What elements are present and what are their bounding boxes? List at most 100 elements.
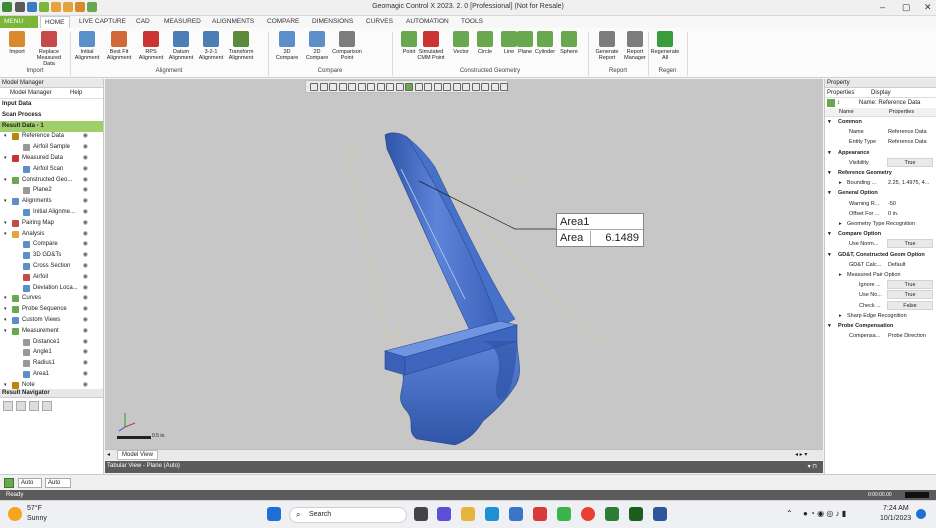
property-row[interactable]: Ignore ... True: [825, 280, 936, 290]
tree-item[interactable]: ▾ ◉ Custom Views: [0, 315, 103, 326]
visibility-eye-icon[interactable]: ◉: [83, 250, 88, 261]
tab-compare[interactable]: COMPARE: [263, 16, 303, 28]
expand-icon[interactable]: ▾: [4, 315, 7, 326]
expand-icon[interactable]: ▾: [4, 175, 7, 186]
tree-item[interactable]: ▾ ◉ Curves: [0, 293, 103, 304]
tree-item[interactable]: Input Data: [0, 99, 103, 110]
nav-button-icon[interactable]: [15, 401, 26, 411]
tab-curves[interactable]: CURVES: [362, 16, 397, 28]
zoom-fit-icon[interactable]: [319, 83, 328, 91]
teams-icon[interactable]: [437, 507, 451, 521]
shade-icon[interactable]: [405, 83, 413, 91]
note-icon[interactable]: [481, 83, 489, 91]
ribbon-button-import[interactable]: Import: [2, 31, 32, 55]
maximize-icon[interactable]: ▢: [902, 2, 911, 13]
property-row[interactable]: Warning R... -50: [825, 199, 936, 209]
light-icon[interactable]: [490, 83, 499, 91]
tree-item[interactable]: Scan Process: [0, 110, 103, 121]
measure-icon[interactable]: [471, 83, 480, 91]
windows-start-icon[interactable]: [267, 507, 281, 521]
store-icon[interactable]: [509, 507, 523, 521]
tab-measured[interactable]: MEASURED: [160, 16, 205, 28]
visibility-eye-icon[interactable]: ◉: [83, 337, 88, 348]
ribbon-button-2d-compare[interactable]: 2D Compare: [302, 31, 332, 61]
app-green-icon[interactable]: [557, 507, 571, 521]
tree-item[interactable]: ▾ ◉ Probe Sequence: [0, 304, 103, 315]
property-row[interactable]: Check ... False: [825, 300, 936, 311]
property-category[interactable]: ▾ Common: [825, 117, 936, 127]
property-value[interactable]: False: [887, 300, 933, 310]
ribbon-button-transform-alignment[interactable]: Transform Alignment: [226, 31, 256, 61]
tab-model-view[interactable]: Model View: [117, 450, 158, 460]
tree-item[interactable]: ◉ Plane2: [0, 185, 103, 196]
visibility-eye-icon[interactable]: ◉: [83, 207, 88, 218]
tree-item[interactable]: ◉ Cross Section: [0, 261, 103, 272]
property-category[interactable]: ▾ Reference Geometry: [825, 168, 936, 178]
tabular-view-bar[interactable]: Tabular View - Plane (Auto) ▾ ⊓: [105, 461, 823, 473]
tab-menu[interactable]: MENU: [0, 16, 38, 28]
notification-icon[interactable]: [916, 509, 926, 519]
filter-dropdown[interactable]: Auto: [45, 478, 71, 488]
tab-scroll-icons[interactable]: ◂ ▸ ▾: [795, 451, 807, 458]
expand-icon[interactable]: ▾: [828, 168, 831, 178]
view-iso-icon[interactable]: [338, 83, 347, 91]
tree-item[interactable]: ◉ Airfoil: [0, 272, 103, 283]
visibility-eye-icon[interactable]: ◉: [83, 164, 88, 175]
visibility-eye-icon[interactable]: ◉: [83, 175, 88, 186]
minimize-icon[interactable]: –: [880, 2, 885, 12]
property-row[interactable]: Compensa... Probe Direction: [825, 331, 936, 341]
tree-item[interactable]: Result Data - 1: [0, 120, 103, 132]
visibility-eye-icon[interactable]: ◉: [83, 293, 88, 304]
expand-icon[interactable]: ▾: [828, 117, 831, 127]
visibility-eye-icon[interactable]: ◉: [83, 283, 88, 294]
control-x-icon[interactable]: [629, 507, 643, 521]
view-front-icon[interactable]: [329, 83, 337, 91]
visibility-eye-icon[interactable]: ◉: [83, 358, 88, 369]
expand-icon[interactable]: ▾: [828, 148, 831, 158]
property-row[interactable]: Use Norm... True: [825, 239, 936, 249]
tray-icons[interactable]: ● ◔ ◉ ◎ ♪ ▮: [803, 509, 846, 518]
visibility-eye-icon[interactable]: ◉: [83, 347, 88, 358]
expand-icon[interactable]: ▾: [828, 321, 831, 331]
expand-icon[interactable]: ▸: [839, 178, 842, 188]
property-value[interactable]: True: [887, 280, 933, 290]
wireframe-icon[interactable]: [414, 83, 423, 91]
tree-item[interactable]: ▾ ◉ Measurement: [0, 326, 103, 337]
property-value[interactable]: True: [887, 157, 933, 167]
property-row[interactable]: Visibility True: [825, 157, 936, 168]
tab-alignments[interactable]: ALIGNMENTS: [208, 16, 258, 28]
tabular-pin-icon[interactable]: ▾ ⊓: [808, 463, 817, 470]
sort-alpha-icon[interactable]: ↕: [837, 98, 840, 108]
visibility-eye-icon[interactable]: ◉: [83, 218, 88, 229]
property-row[interactable]: Name Reference Data: [825, 127, 936, 137]
tab-home[interactable]: HOME: [40, 16, 70, 28]
ribbon-button-sphere[interactable]: Sphere: [554, 31, 584, 55]
visibility-eye-icon[interactable]: ◉: [83, 153, 88, 164]
tab-dimensions[interactable]: DIMENSIONS: [308, 16, 357, 28]
ribbon-button-comparison-point[interactable]: Comparison Point: [332, 31, 362, 61]
nav-button-icon[interactable]: [3, 401, 13, 411]
expand-icon[interactable]: ▾: [828, 250, 831, 260]
visibility-eye-icon[interactable]: ◉: [83, 369, 88, 380]
tree-item[interactable]: ◉ Compare: [0, 239, 103, 250]
tab-automation[interactable]: AUTOMATION: [402, 16, 453, 28]
ribbon-button-simulated-cmm-point[interactable]: Simulated CMM Point: [416, 31, 446, 61]
tree-item[interactable]: ▾ ◉ Measured Data: [0, 153, 103, 164]
tree-item[interactable]: ▾ ◉ Analysis: [0, 229, 103, 240]
tab-display[interactable]: Display: [871, 88, 891, 98]
property-row[interactable]: ▸ Bounding ... 2.25, 1.4975, 4...: [825, 178, 936, 188]
view-right-icon[interactable]: [357, 83, 366, 91]
area-annotation[interactable]: Area1 Area 6.1489: [556, 213, 644, 247]
tree-item[interactable]: ▾ ◉ Pairing Map: [0, 218, 103, 229]
tree-item[interactable]: ◉ Airfoil Scan: [0, 164, 103, 175]
nav-button-icon[interactable]: [41, 401, 52, 411]
ribbon-button-regenerate-all[interactable]: Regenerate All: [650, 31, 680, 61]
property-row[interactable]: ▸ Geometry Type Recognition: [825, 219, 936, 229]
section-icon[interactable]: [395, 83, 404, 91]
tree-item[interactable]: ▾ ◉ Reference Data: [0, 131, 103, 142]
ribbon-button-rps-alignment[interactable]: RPS Alignment: [136, 31, 166, 61]
ribbon-button-initial-alignment[interactable]: Initial Alignment: [72, 31, 102, 61]
expand-icon[interactable]: ▸: [839, 219, 842, 229]
tab-tools[interactable]: TOOLS: [457, 16, 487, 28]
edge-icon[interactable]: [485, 507, 499, 521]
